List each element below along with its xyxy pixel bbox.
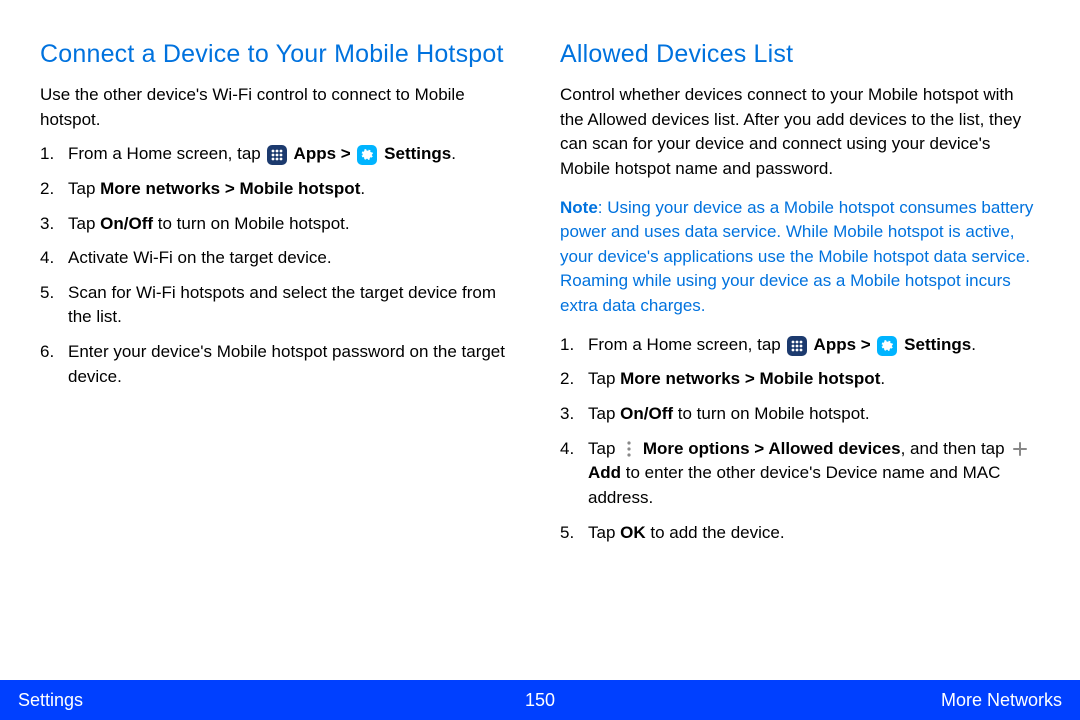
settings-icon	[877, 336, 897, 356]
left-column: Connect a Device to Your Mobile Hotspot …	[40, 40, 520, 680]
apps-icon	[787, 336, 807, 356]
step-item: Tap More options > Allowed devices, and …	[560, 437, 1040, 511]
text: to enter the other device's Device name …	[588, 463, 1000, 507]
bold-text: More networks > Mobile hotspot	[620, 369, 880, 388]
text: From a Home screen, tap	[588, 335, 785, 354]
settings-icon	[357, 145, 377, 165]
step-item: Scan for Wi-Fi hotspots and select the t…	[40, 281, 520, 330]
text: Tap	[588, 404, 620, 423]
bold-text: OK	[620, 523, 646, 542]
step-item: Tap More networks > Mobile hotspot.	[40, 177, 520, 202]
step-item: Tap On/Off to turn on Mobile hotspot.	[560, 402, 1040, 427]
settings-label: Settings	[899, 335, 971, 354]
text: Tap	[588, 369, 620, 388]
step-item: Activate Wi-Fi on the target device.	[40, 246, 520, 271]
step-item: Tap OK to add the device.	[560, 521, 1040, 546]
intro-text: Use the other device's Wi-Fi control to …	[40, 83, 520, 132]
text: .	[360, 179, 365, 198]
steps-list-right: From a Home screen, tap Apps > Settings.…	[560, 333, 1040, 545]
steps-list-left: From a Home screen, tap Apps > Settings.…	[40, 142, 520, 389]
add-icon	[1011, 440, 1029, 458]
note-body: : Using your device as a Mobile hotspot …	[560, 198, 1033, 316]
text: to turn on Mobile hotspot.	[153, 214, 350, 233]
apps-label: Apps >	[809, 335, 875, 354]
text: Tap	[588, 523, 620, 542]
text: .	[971, 335, 976, 354]
page-footer: Settings 150 More Networks	[0, 680, 1080, 720]
bold-text: More options > Allowed devices	[638, 439, 900, 458]
heading-allowed: Allowed Devices List	[560, 40, 1040, 69]
note-text: Note: Using your device as a Mobile hots…	[560, 196, 1040, 319]
text: Tap	[588, 439, 620, 458]
text: From a Home screen, tap	[68, 144, 265, 163]
bold-text: On/Off	[620, 404, 673, 423]
more-options-icon	[622, 439, 636, 459]
text: .	[451, 144, 456, 163]
step-item: From a Home screen, tap Apps > Settings.	[40, 142, 520, 167]
step-item: Tap More networks > Mobile hotspot.	[560, 367, 1040, 392]
heading-connect: Connect a Device to Your Mobile Hotspot	[40, 40, 520, 69]
step-item: Enter your device's Mobile hotspot passw…	[40, 340, 520, 389]
settings-label: Settings	[379, 144, 451, 163]
intro-text: Control whether devices connect to your …	[560, 83, 1040, 182]
text: Tap	[68, 179, 100, 198]
footer-page-number: 150	[0, 690, 1080, 711]
note-label: Note	[560, 198, 598, 217]
bold-text: More networks > Mobile hotspot	[100, 179, 360, 198]
step-item: From a Home screen, tap Apps > Settings.	[560, 333, 1040, 358]
step-item: Tap On/Off to turn on Mobile hotspot.	[40, 212, 520, 237]
text: .	[880, 369, 885, 388]
apps-icon	[267, 145, 287, 165]
bold-text: Add	[588, 463, 621, 482]
right-column: Allowed Devices List Control whether dev…	[560, 40, 1040, 680]
apps-label: Apps >	[289, 144, 355, 163]
bold-text: On/Off	[100, 214, 153, 233]
text: to turn on Mobile hotspot.	[673, 404, 870, 423]
text: to add the device.	[646, 523, 785, 542]
text: , and then tap	[901, 439, 1010, 458]
text: Tap	[68, 214, 100, 233]
page-content: Connect a Device to Your Mobile Hotspot …	[0, 0, 1080, 680]
